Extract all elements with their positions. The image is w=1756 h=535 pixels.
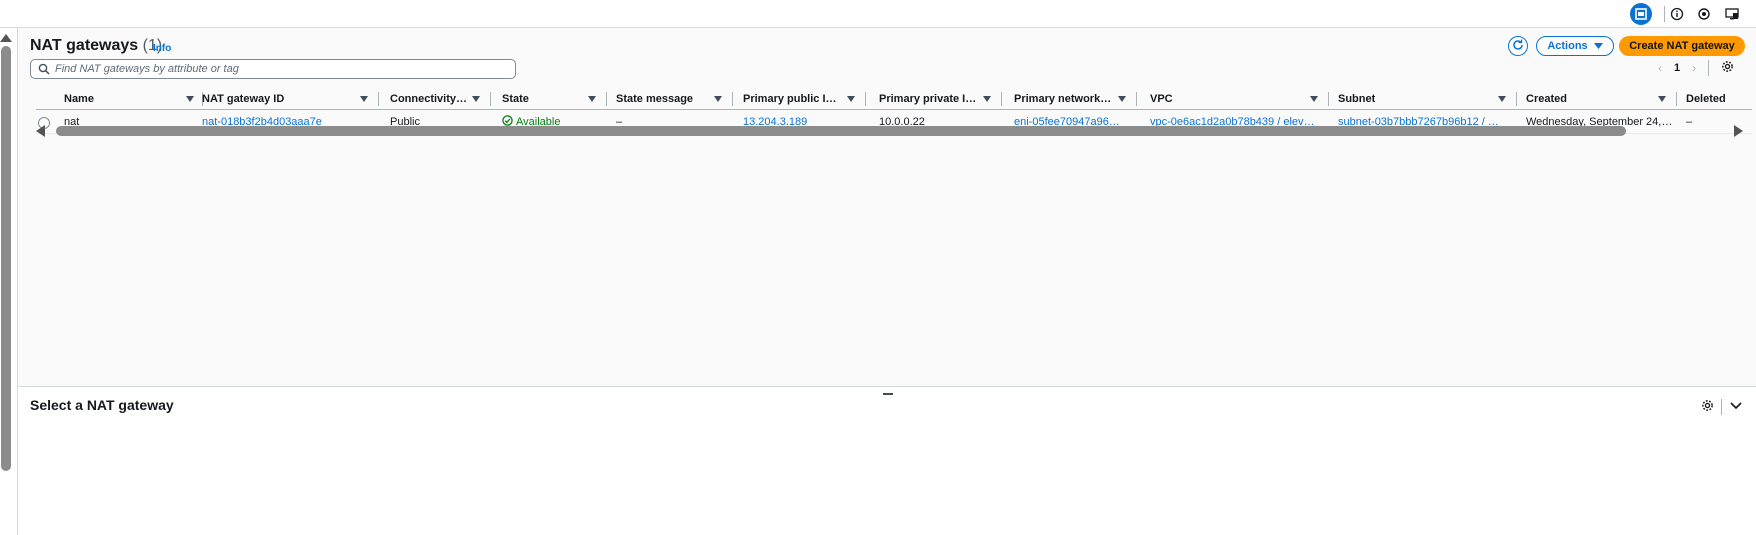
column-resizer[interactable] <box>606 92 607 106</box>
refresh-icon <box>1512 39 1524 54</box>
scroll-right-arrow[interactable] <box>1734 125 1743 137</box>
caret-down-icon <box>1593 40 1603 52</box>
column-resizer[interactable] <box>865 92 866 106</box>
sort-icon[interactable] <box>360 96 368 102</box>
search-icon <box>38 63 50 78</box>
column-resizer[interactable] <box>490 92 491 106</box>
sort-icon[interactable] <box>1658 96 1666 102</box>
panel-toggle-icon[interactable] <box>1630 3 1652 25</box>
sort-icon[interactable] <box>1118 96 1126 102</box>
info-icon[interactable] <box>1666 3 1688 25</box>
page-number[interactable]: 1 <box>1674 62 1680 74</box>
sort-icon[interactable] <box>983 96 991 102</box>
table-header: Name NAT gateway ID Connectivity… State … <box>36 88 1752 110</box>
scroll-up-arrow[interactable] <box>0 34 12 42</box>
settings-gear-icon[interactable] <box>1701 399 1714 415</box>
sort-icon[interactable] <box>588 96 596 102</box>
divider <box>1708 60 1710 76</box>
column-header-created[interactable]: Created <box>1526 88 1677 110</box>
scroll-left-arrow[interactable] <box>36 125 45 137</box>
split-panel-title: Select a NAT gateway <box>30 397 174 413</box>
create-nat-gateway-button[interactable]: Create NAT gateway <box>1619 36 1745 56</box>
scrollbar-thumb[interactable] <box>1 46 11 471</box>
chevron-left-icon[interactable]: ‹ <box>1658 61 1662 75</box>
actions-button[interactable]: Actions <box>1536 36 1614 56</box>
column-header-name[interactable]: Name <box>64 88 204 110</box>
column-header-connectivity[interactable]: Connectivity… <box>390 88 502 110</box>
title-text: NAT gateways <box>30 37 139 54</box>
column-resizer[interactable] <box>1001 92 1002 106</box>
column-resizer[interactable] <box>1328 92 1329 106</box>
nat-gateways-panel: NAT gateways (1) Info Find NAT gateways … <box>18 28 1756 386</box>
column-resizer[interactable] <box>732 92 733 106</box>
split-panel: Select a NAT gateway <box>18 386 1756 535</box>
column-header-primary-private-ip[interactable]: Primary private I… <box>879 88 1014 110</box>
search-input[interactable]: Find NAT gateways by attribute or tag <box>30 59 516 79</box>
column-resizer[interactable] <box>378 92 379 106</box>
column-resizer[interactable] <box>1676 92 1677 106</box>
horizontal-scrollbar-thumb[interactable] <box>56 126 1626 136</box>
column-header-state-message[interactable]: State message <box>616 88 744 110</box>
sort-icon[interactable] <box>186 96 194 102</box>
column-header-deleted[interactable]: Deleted <box>1686 88 1752 110</box>
divider <box>1721 399 1722 415</box>
chevron-down-icon[interactable] <box>1730 400 1742 414</box>
display-icon[interactable] <box>1721 3 1743 25</box>
top-utility-bar <box>0 0 1756 28</box>
divider <box>1664 6 1665 22</box>
sort-icon[interactable] <box>1310 96 1318 102</box>
page-title: NAT gateways (1) <box>30 37 162 55</box>
pagination: ‹ 1 › <box>1658 60 1734 76</box>
sort-icon[interactable] <box>847 96 855 102</box>
column-header-primary-network-interface[interactable]: Primary network… <box>1014 88 1150 110</box>
column-header-subnet[interactable]: Subnet <box>1338 88 1526 110</box>
column-header-state[interactable]: State <box>502 88 615 110</box>
column-header-nat-gateway-id[interactable]: NAT gateway ID <box>202 88 390 110</box>
resize-handle[interactable] <box>883 393 893 395</box>
actions-label: Actions <box>1547 40 1588 52</box>
column-resizer[interactable] <box>1136 92 1137 106</box>
sort-icon[interactable] <box>1498 96 1506 102</box>
page-scrollbar[interactable] <box>0 28 18 535</box>
column-resizer[interactable] <box>1516 92 1517 106</box>
column-header-primary-public-ip[interactable]: Primary public I… <box>743 88 878 110</box>
chevron-right-icon[interactable]: › <box>1692 61 1696 75</box>
sort-icon[interactable] <box>472 96 480 102</box>
settings-gear-icon[interactable] <box>1721 60 1734 76</box>
sort-icon[interactable] <box>714 96 722 102</box>
search-placeholder: Find NAT gateways by attribute or tag <box>55 63 239 75</box>
refresh-button[interactable] <box>1508 36 1528 56</box>
notifications-icon[interactable] <box>1693 3 1715 25</box>
info-link[interactable]: Info <box>153 43 171 54</box>
column-header-vpc[interactable]: VPC <box>1150 88 1338 110</box>
